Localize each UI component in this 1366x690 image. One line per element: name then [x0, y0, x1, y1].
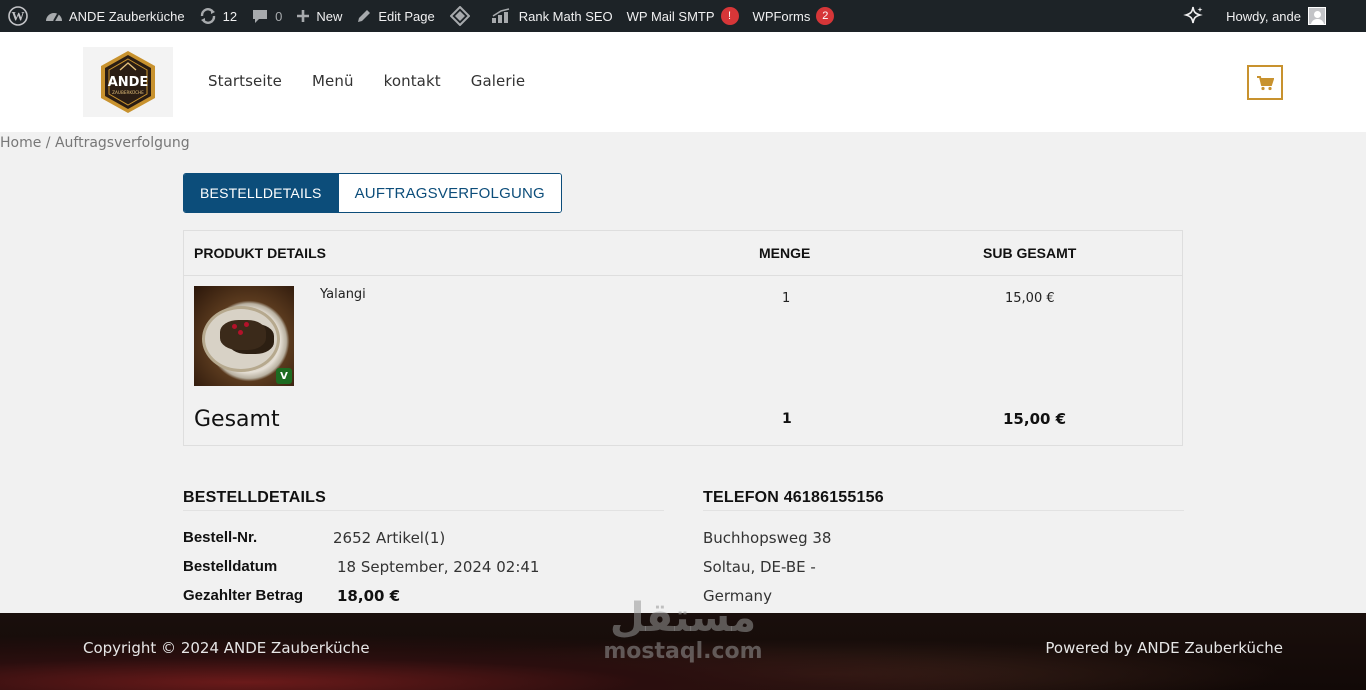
logo-title: ANDE [108, 75, 149, 90]
comments-menu[interactable]: 0 [244, 0, 289, 32]
rank-math-menu[interactable]: Rank Math SEO [484, 0, 620, 32]
total-quantity: 1 [782, 411, 792, 427]
edit-page-label: Edit Page [378, 8, 435, 24]
plus-icon [297, 10, 310, 22]
site-name-menu[interactable]: ANDE Zauberküche [38, 0, 192, 32]
product-subtotal: 15,00 € [1005, 291, 1055, 306]
divider [183, 510, 664, 511]
breadcrumb[interactable]: Home / Auftragsverfolgung [0, 135, 190, 151]
total-amount: 15,00 € [1003, 410, 1067, 428]
svg-text:W: W [12, 9, 25, 24]
footer-powered-by: Powered by ANDE Zauberküche [1045, 639, 1283, 657]
phone-title: TELEFON 46186155156 [703, 489, 884, 506]
pomegranate-seed [232, 324, 237, 329]
food-shape [220, 320, 266, 350]
edit-page-link[interactable]: Edit Page [349, 0, 441, 32]
ai-sparkle-button[interactable] [1169, 0, 1219, 32]
vegan-badge-icon: V [276, 368, 292, 384]
product-name[interactable]: Yalangi [320, 287, 366, 302]
order-date-value: 18 September, 2024 02:41 [337, 558, 540, 576]
footer-copyright: Copyright © 2024 ANDE Zauberküche [83, 639, 370, 657]
updates-count: 12 [222, 8, 238, 24]
admin-bar: W ANDE Zauberküche 12 0 New Edit Page Ra… [0, 0, 1366, 32]
updates-menu[interactable]: 12 [192, 0, 244, 32]
product-image[interactable]: V [194, 286, 294, 386]
updates-refresh-icon [200, 8, 215, 24]
wp-mail-smtp-alert-badge: ! [720, 7, 739, 25]
logo-subtitle: ZAUBERKÜCHE [112, 90, 144, 95]
new-label: New [316, 8, 343, 24]
rank-math-chart-icon [491, 8, 509, 23]
nav-item-kontakt[interactable]: kontakt [384, 72, 441, 90]
diamond-plugin-menu[interactable] [442, 0, 484, 32]
wp-mail-smtp-label: WP Mail SMTP [626, 8, 715, 24]
wpforms-label: WPForms [752, 8, 811, 24]
order-number-label: Bestell-Nr. [183, 529, 258, 546]
order-tabs: BESTELLDETAILS AUFTRAGSVERFOLGUNG [183, 173, 562, 213]
table-header: PRODUKT DETAILS MENGE SUB GESAMT [184, 231, 1182, 276]
sparkle-icon [1183, 6, 1203, 24]
total-label: Gesamt [194, 407, 280, 432]
wp-mail-smtp-menu[interactable]: WP Mail SMTP ! [620, 0, 746, 32]
diamond-icon [449, 6, 470, 26]
header-menge: MENGE [759, 245, 811, 261]
nav-item-startseite[interactable]: Startseite [208, 72, 282, 90]
main-navigation: Startseite Menü kontakt Galerie [208, 72, 525, 90]
shopping-cart-icon [1257, 75, 1274, 90]
howdy-label: Howdy, ande [1226, 8, 1301, 24]
header-sub-gesamt: SUB GESAMT [983, 245, 1077, 261]
tab-auftragsverfolgung[interactable]: AUFTRAGSVERFOLGUNG [337, 174, 561, 212]
paid-amount-label: Gezahlter Betrag [183, 587, 304, 604]
nav-item-galerie[interactable]: Galerie [471, 72, 525, 90]
new-content-menu[interactable]: New [289, 0, 349, 32]
cart-button[interactable] [1247, 65, 1283, 100]
address-city: Soltau, DE-BE - [703, 558, 816, 576]
wordpress-logo-icon[interactable]: W [0, 0, 38, 32]
divider [703, 510, 1184, 511]
header-product-details: PRODUKT DETAILS [194, 245, 326, 261]
ande-logo-badge: ANDE ZAUBERKÜCHE [101, 51, 155, 113]
order-details-title: BESTELLDETAILS [183, 489, 326, 506]
user-account-menu[interactable]: Howdy, ande [1219, 0, 1366, 32]
paid-amount-value: 18,00 € [337, 587, 401, 605]
comment-bubble-icon [253, 10, 268, 23]
address-street: Buchhopsweg 38 [703, 529, 832, 547]
tab-bestelldetails[interactable]: BESTELLDETAILS [184, 174, 338, 212]
user-avatar [1308, 7, 1326, 25]
order-number-value: 2652 Artikel(1) [333, 529, 446, 547]
comments-count: 0 [275, 8, 283, 24]
site-name-label: ANDE Zauberküche [69, 8, 185, 24]
admin-bar-right: Howdy, ande [1169, 0, 1366, 32]
site-logo[interactable]: ANDE ZAUBERKÜCHE [83, 47, 173, 117]
watermark-latin: mostaql.com [603, 639, 763, 664]
order-items-table: PRODUKT DETAILS MENGE SUB GESAMT V Yalan… [183, 230, 1183, 446]
nav-item-menu[interactable]: Menü [312, 72, 354, 90]
pomegranate-seed [244, 322, 249, 327]
product-quantity: 1 [782, 291, 791, 306]
rank-math-label: Rank Math SEO [518, 8, 613, 24]
site-header: ANDE ZAUBERKÜCHE Startseite Menü kontakt… [0, 32, 1366, 132]
dashboard-gauge-icon [46, 13, 62, 22]
pomegranate-seed [238, 330, 243, 335]
wpforms-count-badge: 2 [816, 7, 835, 25]
watermark-arabic: مستقل [609, 595, 757, 641]
mostaql-watermark: مستقل mostaql.com [598, 596, 768, 664]
order-date-label: Bestelldatum [183, 558, 278, 575]
pencil-icon [358, 10, 371, 22]
wpforms-menu[interactable]: WPForms 2 [746, 0, 842, 32]
